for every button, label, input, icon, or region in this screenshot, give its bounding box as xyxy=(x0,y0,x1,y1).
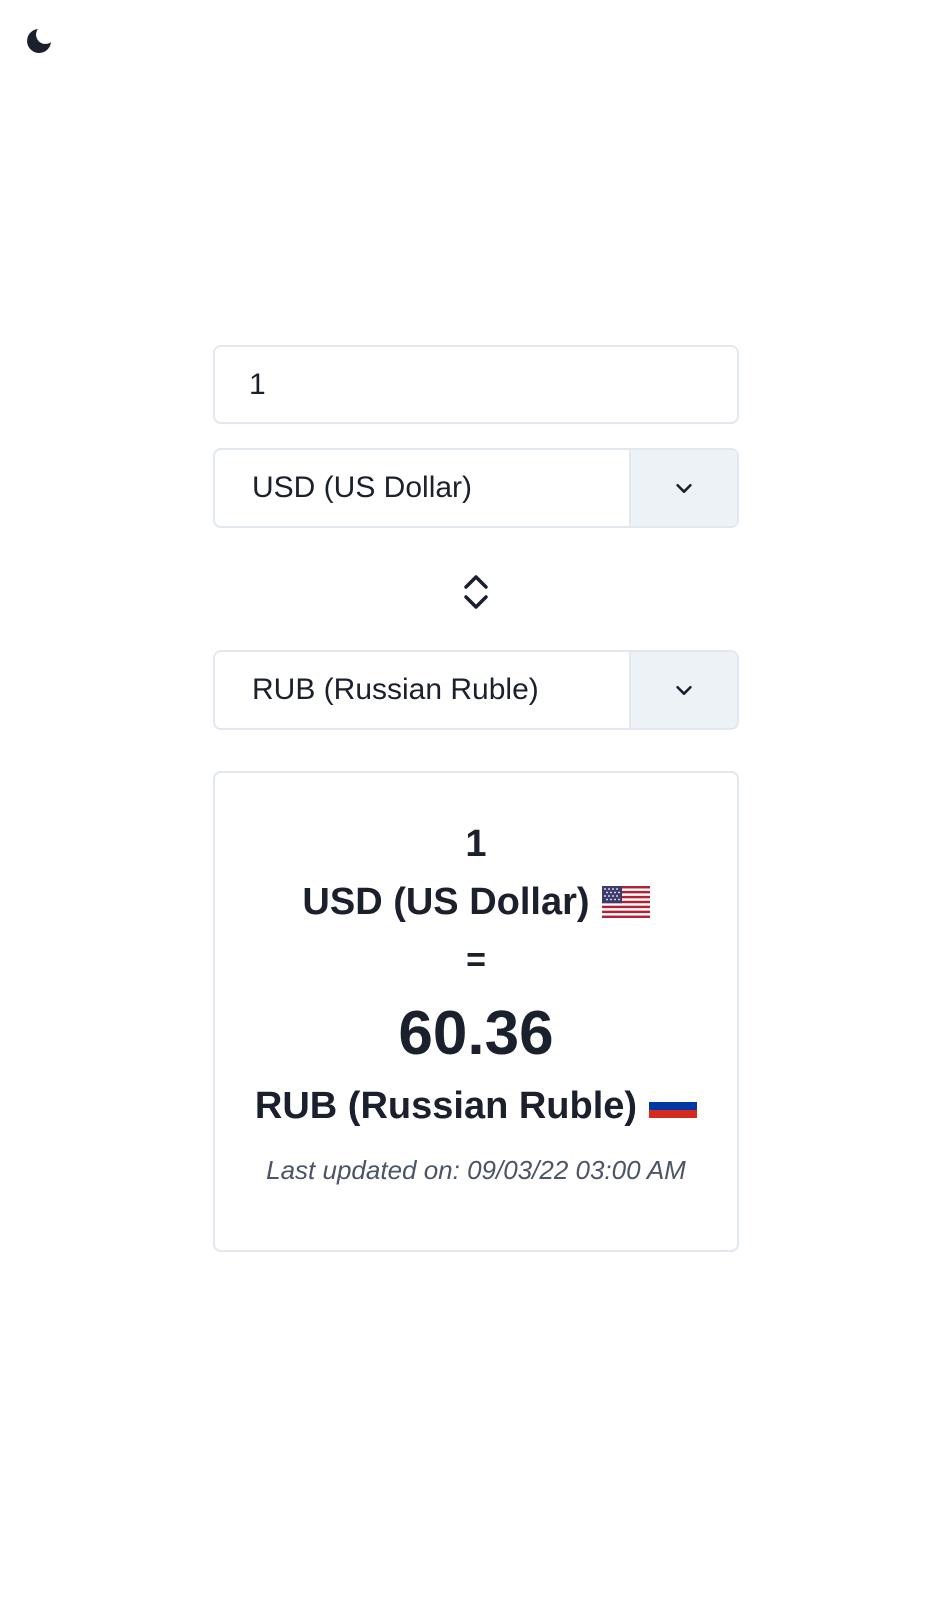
from-currency-select[interactable]: USD (US Dollar) xyxy=(213,448,739,528)
to-currency-value: RUB (Russian Ruble) xyxy=(252,673,539,706)
from-currency-value: USD (US Dollar) xyxy=(252,471,473,504)
converter-form: USD (US Dollar) RUB (Russian Ruble) xyxy=(213,345,739,1252)
from-currency-dropdown-toggle[interactable] xyxy=(629,450,737,526)
last-updated-text: Last updated on: 09/03/22 03:00 AM xyxy=(266,1155,686,1185)
chevron-down-icon xyxy=(673,679,695,701)
equals-sign: = xyxy=(466,941,486,979)
converted-value: 60.36 xyxy=(398,999,554,1068)
amount-input[interactable] xyxy=(213,345,739,424)
to-currency-dropdown-toggle[interactable] xyxy=(629,652,737,728)
swap-vertical-icon xyxy=(461,572,491,612)
theme-toggle-button[interactable] xyxy=(22,24,56,58)
moon-icon xyxy=(23,25,55,57)
page: USD (US Dollar) RUB (Russian Ruble) xyxy=(0,0,950,1600)
result-to-currency: RUB (Russian Ruble) xyxy=(215,1082,737,1130)
result-amount: 1 xyxy=(465,823,487,865)
result-to-label: RUB (Russian Ruble) xyxy=(254,1085,638,1127)
ru-flag-icon xyxy=(649,1094,698,1118)
result-from-label: USD (US Dollar) xyxy=(302,881,590,923)
conversion-result-card: 1 USD (US Dollar) = 60.36 RUB (Russian R… xyxy=(213,771,739,1252)
to-currency-select[interactable]: RUB (Russian Ruble) xyxy=(213,650,739,730)
chevron-down-icon xyxy=(673,477,695,499)
us-flag-icon xyxy=(601,886,650,918)
result-from-currency: USD (US Dollar) xyxy=(215,878,737,926)
swap-currencies-button[interactable] xyxy=(456,568,496,616)
